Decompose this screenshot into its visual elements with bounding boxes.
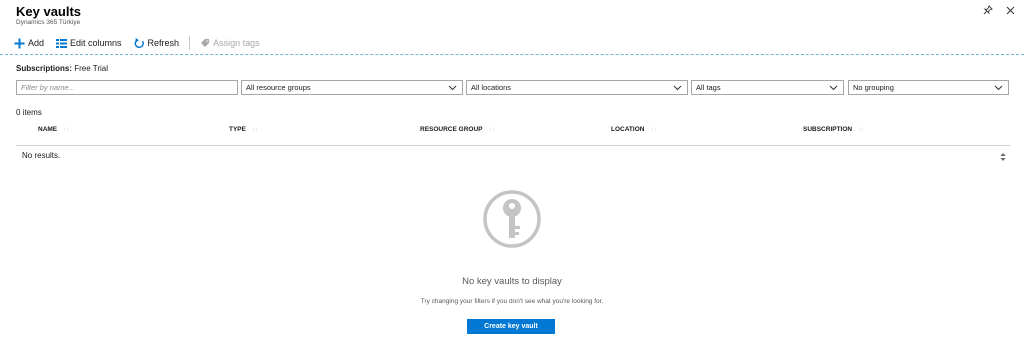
empty-state-hint: Try changing your filters if you don't s… [420,298,604,305]
sort-icon: ↑↓ [650,126,657,133]
tag-icon [201,39,210,47]
locations-value: All locations [471,83,512,92]
close-icon[interactable] [1004,4,1016,16]
column-header-resource-group[interactable]: RESOURCE GROUP ↑↓ [420,126,494,133]
table-header-divider [16,145,1010,146]
column-location-label: LOCATION [611,126,645,133]
no-results-text: No results. [22,151,61,160]
toolbar-divider-line [0,54,1024,55]
sort-icon: ↑↓ [63,126,70,133]
refresh-button[interactable]: Refresh [134,37,180,49]
column-name-label: NAME [38,126,58,133]
locations-dropdown[interactable]: All locations [466,80,688,95]
column-header-subscription[interactable]: SUBSCRIPTION ↑↓ [803,126,864,133]
edit-columns-button[interactable]: Edit columns [56,38,122,48]
column-header-name[interactable]: NAME ↑↓ [38,126,69,133]
column-header-location[interactable]: LOCATION ↑↓ [611,126,656,133]
add-label: Add [28,38,45,48]
chevron-down-icon [994,85,1003,91]
window-controls [982,4,1016,16]
subscriptions-label: Subscriptions: [16,64,73,73]
key-vault-icon [481,188,543,255]
sort-icon: ↑↓ [858,126,865,133]
pin-icon[interactable] [982,4,994,16]
items-count: 0 items [16,108,42,117]
columns-icon [56,38,68,48]
resource-groups-value: All resource groups [246,83,311,92]
chevron-down-icon [829,85,838,91]
plus-icon [14,38,25,48]
chevron-down-icon [448,85,457,91]
resource-groups-dropdown[interactable]: All resource groups [241,80,463,95]
grouping-value: No grouping [853,83,894,92]
page-header: Key vaults Dynamics 365 Türkiye [16,4,81,26]
assign-tags-label: Assign tags [213,38,260,48]
refresh-label: Refresh [147,38,180,48]
column-header-type[interactable]: TYPE ↑↓ [229,126,258,133]
sort-icon: ↑↓ [251,126,258,133]
create-key-vault-button[interactable]: Create key vault [467,319,555,334]
column-type-label: TYPE [229,126,246,133]
tags-dropdown[interactable]: All tags [691,80,844,95]
filter-by-name-input[interactable]: Filter by name... [16,80,238,95]
empty-state-title: No key vaults to display [462,276,562,287]
tags-value: All tags [696,83,721,92]
grouping-dropdown[interactable]: No grouping [848,80,1009,95]
toolbar-divider [189,36,191,50]
column-resource-group-label: RESOURCE GROUP [420,126,483,133]
page-subtitle: Dynamics 365 Türkiye [16,19,81,26]
assign-tags-button[interactable]: Assign tags [200,38,260,48]
scroll-arrows-icon[interactable] [1000,149,1006,161]
page-title: Key vaults [16,4,82,19]
column-subscription-label: SUBSCRIPTION [803,126,853,133]
subscriptions-value: Free Trial [74,64,109,73]
add-button[interactable]: Add [14,38,44,49]
subscriptions-filter[interactable]: Subscriptions: Free Trial [16,64,108,73]
sort-icon: ↑↓ [488,126,495,133]
command-bar: Add Edit columns Refresh Assign tags [14,36,272,50]
refresh-icon [134,37,144,48]
edit-columns-label: Edit columns [70,38,122,48]
chevron-down-icon [673,85,682,91]
